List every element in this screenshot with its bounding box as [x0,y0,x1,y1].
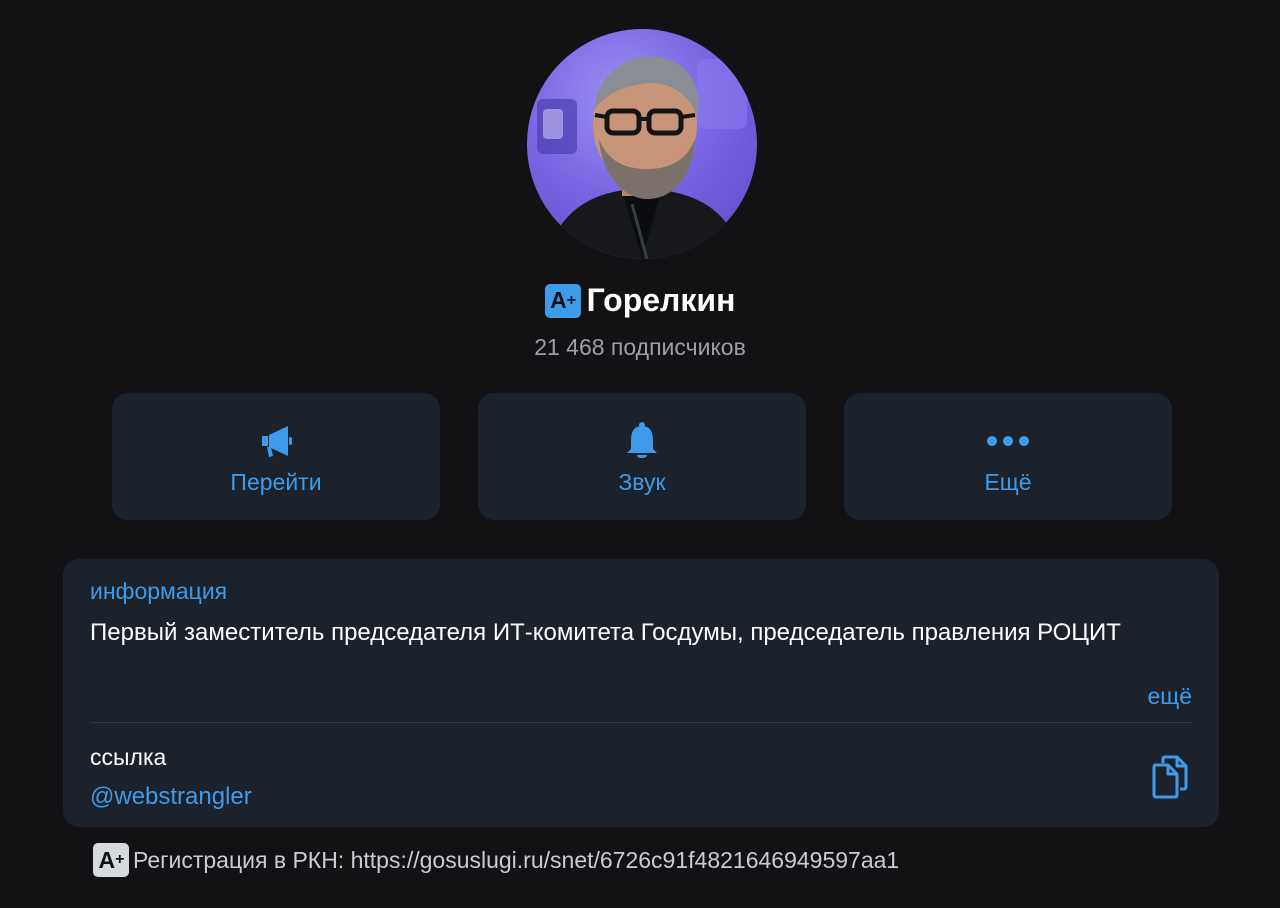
megaphone-icon [258,421,294,461]
info-card: информация Первый заместитель председате… [63,559,1219,827]
info-section-title: информация [90,578,228,604]
bell-icon [624,421,660,461]
action-buttons: Перейти Звук Ещё [112,393,1172,520]
registration-text: Регистрация в РКН: https://gosuslugi.ru/… [133,846,900,873]
channel-badge-icon: A + [544,283,581,318]
channel-name: Горелкин [586,282,736,318]
more-button[interactable]: Ещё [844,393,1172,520]
channel-title-row: A + Горелкин [0,282,1280,319]
channel-username-link[interactable]: @webstrangler [90,783,252,811]
open-channel-button[interactable]: Перейти [112,393,440,520]
footer-badge-icon: A + [93,843,129,877]
divider [90,722,1192,723]
channel-description: Первый заместитель председателя ИТ-комит… [90,619,1121,646]
link-section-title: ссылка [90,744,167,770]
sound-button[interactable]: Звук [478,393,806,520]
copy-icon[interactable] [1150,755,1190,799]
more-dots-icon [986,421,1030,461]
open-channel-label: Перейти [230,469,322,495]
channel-profile-page: A+ Горелкин 21 468 подписчиков Перейти [0,0,1280,908]
avatar-photo [537,56,747,259]
more-label: Ещё [984,469,1032,495]
registration-footer: A + Регистрация в РКН: https://gosuslugi.… [93,843,899,877]
channel-avatar[interactable] [527,29,757,259]
subscriber-count: 21 468 подписчиков [534,334,746,360]
show-more-link[interactable]: ещё [1147,683,1192,710]
sound-label: Звук [618,469,666,495]
